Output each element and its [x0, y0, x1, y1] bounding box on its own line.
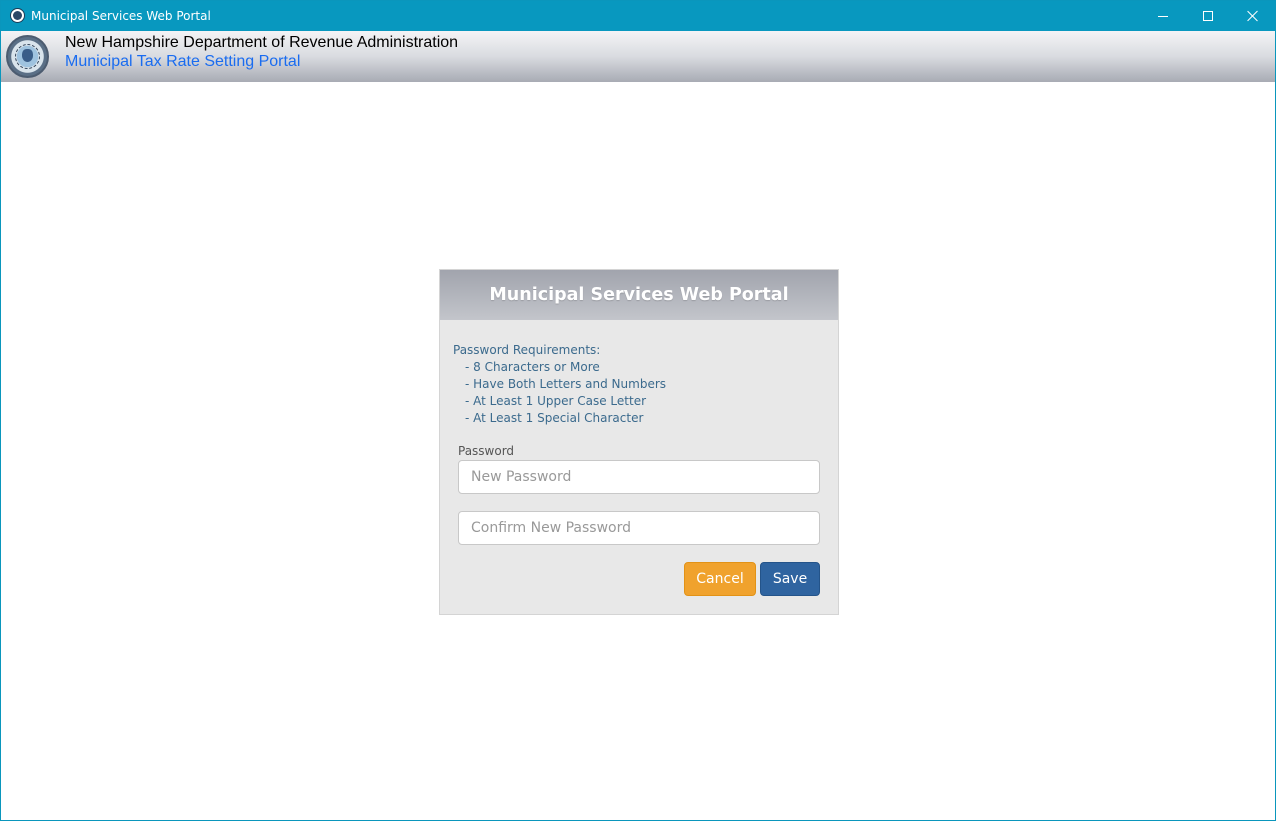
maximize-icon — [1203, 11, 1213, 21]
requirement-item: - At Least 1 Upper Case Letter — [465, 394, 647, 408]
department-name: New Hampshire Department of Revenue Admi… — [65, 34, 459, 51]
change-password-panel: Municipal Services Web Portal Password R… — [439, 269, 839, 615]
app-seal-icon — [10, 8, 25, 23]
close-button[interactable] — [1230, 1, 1276, 31]
cancel-button[interactable]: Cancel — [684, 562, 756, 596]
close-icon — [1247, 10, 1259, 22]
portal-name: Municipal Tax Rate Setting Portal — [65, 53, 301, 70]
panel-title: Municipal Services Web Portal — [489, 285, 789, 305]
title-bar[interactable]: Municipal Services Web Portal — [1, 1, 1275, 31]
requirement-item: - At Least 1 Special Character — [465, 411, 644, 425]
requirement-item: - Have Both Letters and Numbers — [465, 377, 667, 391]
confirm-password-input[interactable] — [458, 511, 820, 545]
app-header: New Hampshire Department of Revenue Admi… — [1, 31, 1275, 82]
password-requirements: Password Requirements: - 8 Characters or… — [453, 342, 666, 427]
minimize-icon — [1158, 15, 1168, 17]
maximize-button[interactable] — [1185, 1, 1231, 31]
app-window: Municipal Services Web Portal New Hampsh… — [0, 0, 1276, 821]
window-title: Municipal Services Web Portal — [31, 9, 211, 23]
requirement-item: - 8 Characters or More — [465, 360, 600, 374]
panel-header: Municipal Services Web Portal — [440, 270, 838, 320]
save-button[interactable]: Save — [760, 562, 820, 596]
state-seal-icon — [6, 35, 49, 78]
requirements-heading: Password Requirements: — [453, 343, 601, 357]
password-label: Password — [458, 444, 515, 458]
new-password-input[interactable] — [458, 460, 820, 494]
minimize-button[interactable] — [1140, 1, 1186, 31]
